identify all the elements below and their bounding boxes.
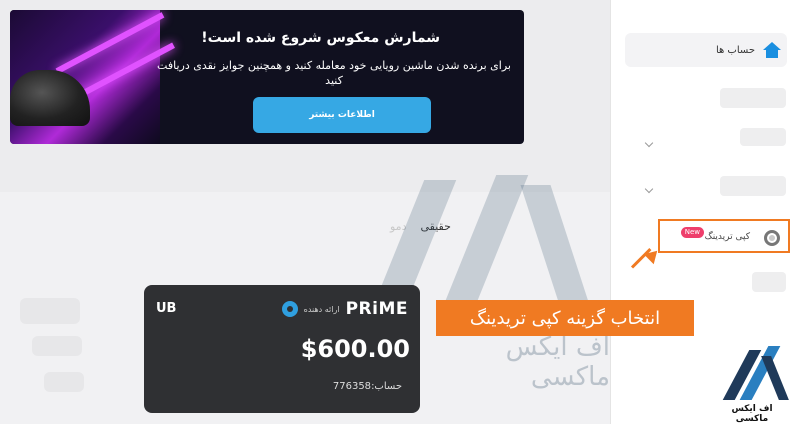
copy-trading-icon [764,230,780,246]
new-badge: New [680,227,704,238]
watermark-logo [443,175,529,305]
sidebar-item-label: حساب ها [715,44,755,56]
watermark-text: اف ایکس ماکسی [505,332,610,392]
account-number-row: حساب:776358 [333,381,402,392]
banner-car-image [10,10,175,144]
card-brand: PRiME ارائه دهنده [281,299,408,319]
watermark-logo [520,185,590,305]
banner-title: شمارش معکوس شروع شده است! [201,30,440,46]
provider-label: ارائه دهنده [303,304,340,314]
brand-name: PRiME [345,299,408,319]
blurred-sidebar-item [720,176,786,196]
blurred-panel [44,372,84,392]
promo-banner: شمارش معکوس شروع شده است! برای برنده شدن… [10,10,524,144]
more-info-button[interactable]: اطلاعات بیشتر [253,97,431,133]
sidebar-item-accounts[interactable]: حساب ها [625,33,787,67]
watermark-logo [375,180,457,300]
blurred-sidebar-item [740,128,786,146]
brand-logo: اف ایکس ماکسی [714,346,790,424]
sidebar-item-label: کپی تریدینگ [704,232,750,242]
sidebar-divider [610,0,611,424]
main-content: شمارش معکوس شروع شده است! برای برنده شدن… [0,0,610,424]
sidebar-item-copy-trading[interactable]: New کپی تریدینگ [658,219,790,253]
blurred-sidebar-item [752,272,786,292]
provider-icon [281,301,298,317]
card-logo: UB [156,301,177,316]
blurred-sidebar-item [720,88,786,108]
brand-name-text: اف ایکس ماکسی [731,404,773,424]
blurred-panel [20,298,80,324]
blurred-panel [32,336,82,356]
account-balance: $600.00 [300,335,410,363]
annotation-callout: انتخاب گزینه کپی تریدینگ [436,300,694,336]
account-card[interactable]: UB PRiME ارائه دهنده $600.00 حساب:776358 [144,285,420,413]
account-label: حساب: [371,381,402,392]
banner-text: برای برنده شدن ماشین رویایی خود معامله ک… [157,59,511,87]
home-icon [763,42,781,58]
account-number: 776358 [332,381,372,392]
